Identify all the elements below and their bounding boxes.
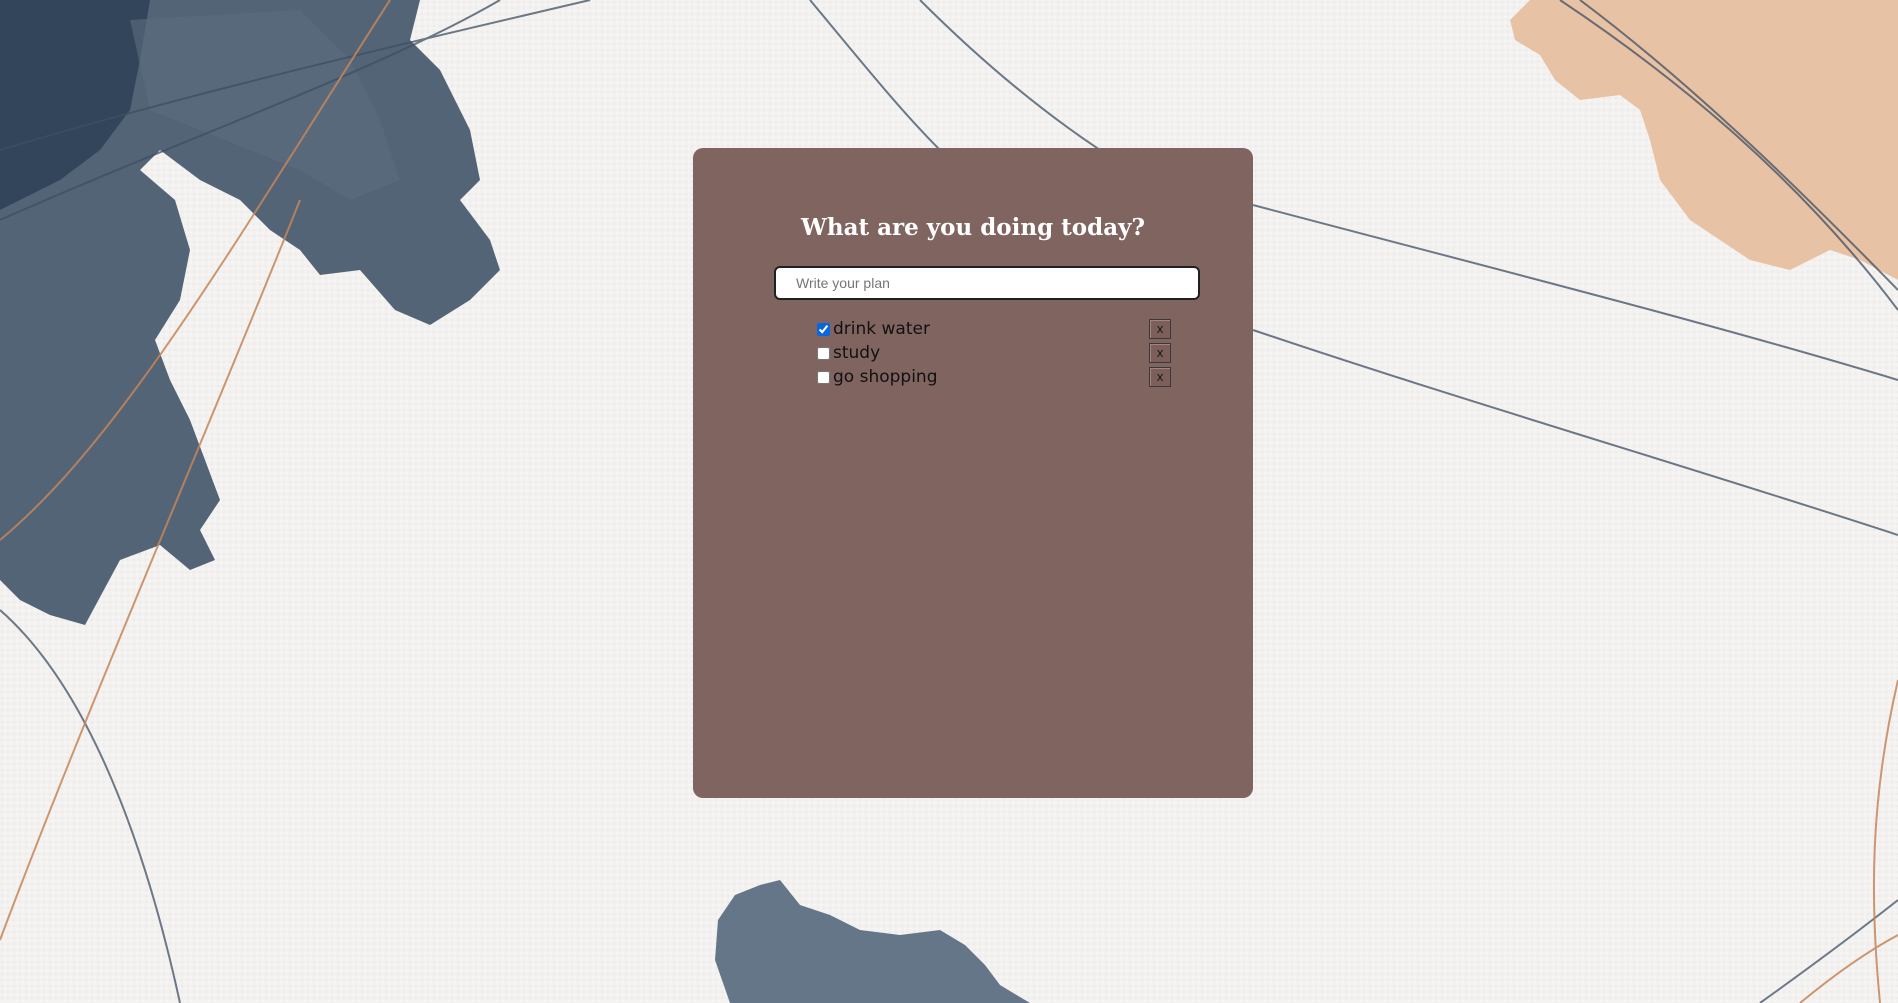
page-title: What are you doing today? [801,214,1145,241]
remove-todo-button[interactable]: x [1149,343,1171,363]
todo-item: drink water x [817,317,1171,341]
todo-list: drink water x study x go shopping x [817,317,1171,389]
remove-todo-button[interactable]: x [1149,367,1171,387]
todo-checkbox[interactable] [817,346,830,360]
todo-text: drink water [833,319,930,339]
todo-text: go shopping [833,367,938,387]
remove-todo-button[interactable]: x [1149,319,1171,339]
todo-checkbox[interactable] [817,322,830,336]
todo-checkbox[interactable] [817,370,830,384]
todo-item: go shopping x [817,365,1171,389]
todo-item: study x [817,341,1171,365]
todo-text: study [833,343,881,363]
todo-card: What are you doing today? drink water x … [693,148,1253,798]
plan-input[interactable] [774,266,1200,300]
